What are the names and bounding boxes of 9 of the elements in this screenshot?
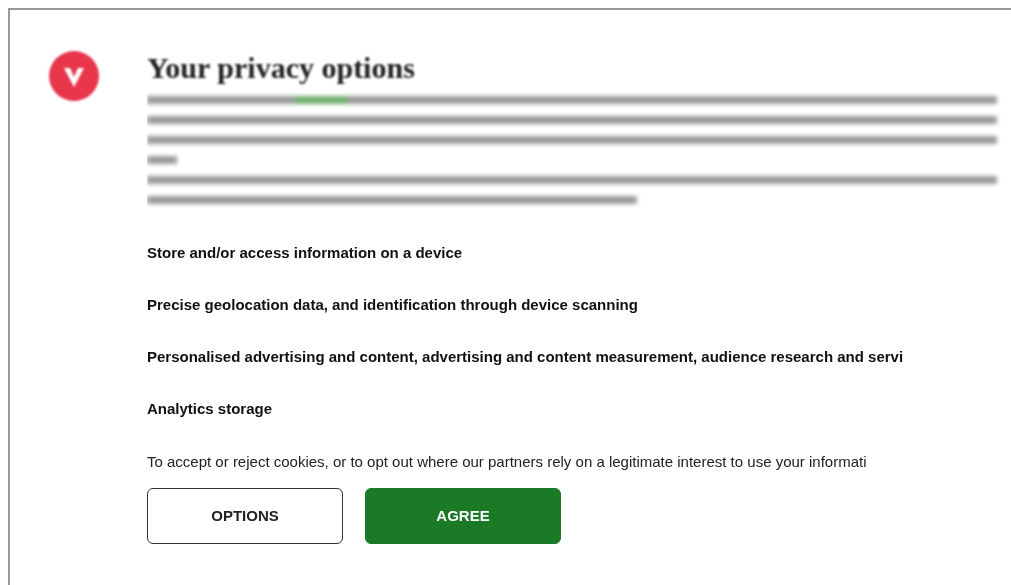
options-button[interactable]: OPTIONS xyxy=(147,488,343,544)
purpose-label: Precise geolocation data, and identification through device scanning xyxy=(147,296,639,314)
purpose-label: Analytics storage xyxy=(147,400,274,418)
agree-button[interactable]: AGREE xyxy=(365,488,561,544)
dialog-title: Your privacy options xyxy=(147,50,416,86)
consent-notice: To accept or reject cookies, or to opt out where our partners rely on a legitimate interest to use your informati xyxy=(147,453,868,471)
purpose-label: Personalised advertising and content, advertising and content measurement, audience research and servi xyxy=(147,348,905,366)
purpose-label: Store and/or access information on a device xyxy=(147,244,464,262)
logo-icon xyxy=(48,51,99,101)
